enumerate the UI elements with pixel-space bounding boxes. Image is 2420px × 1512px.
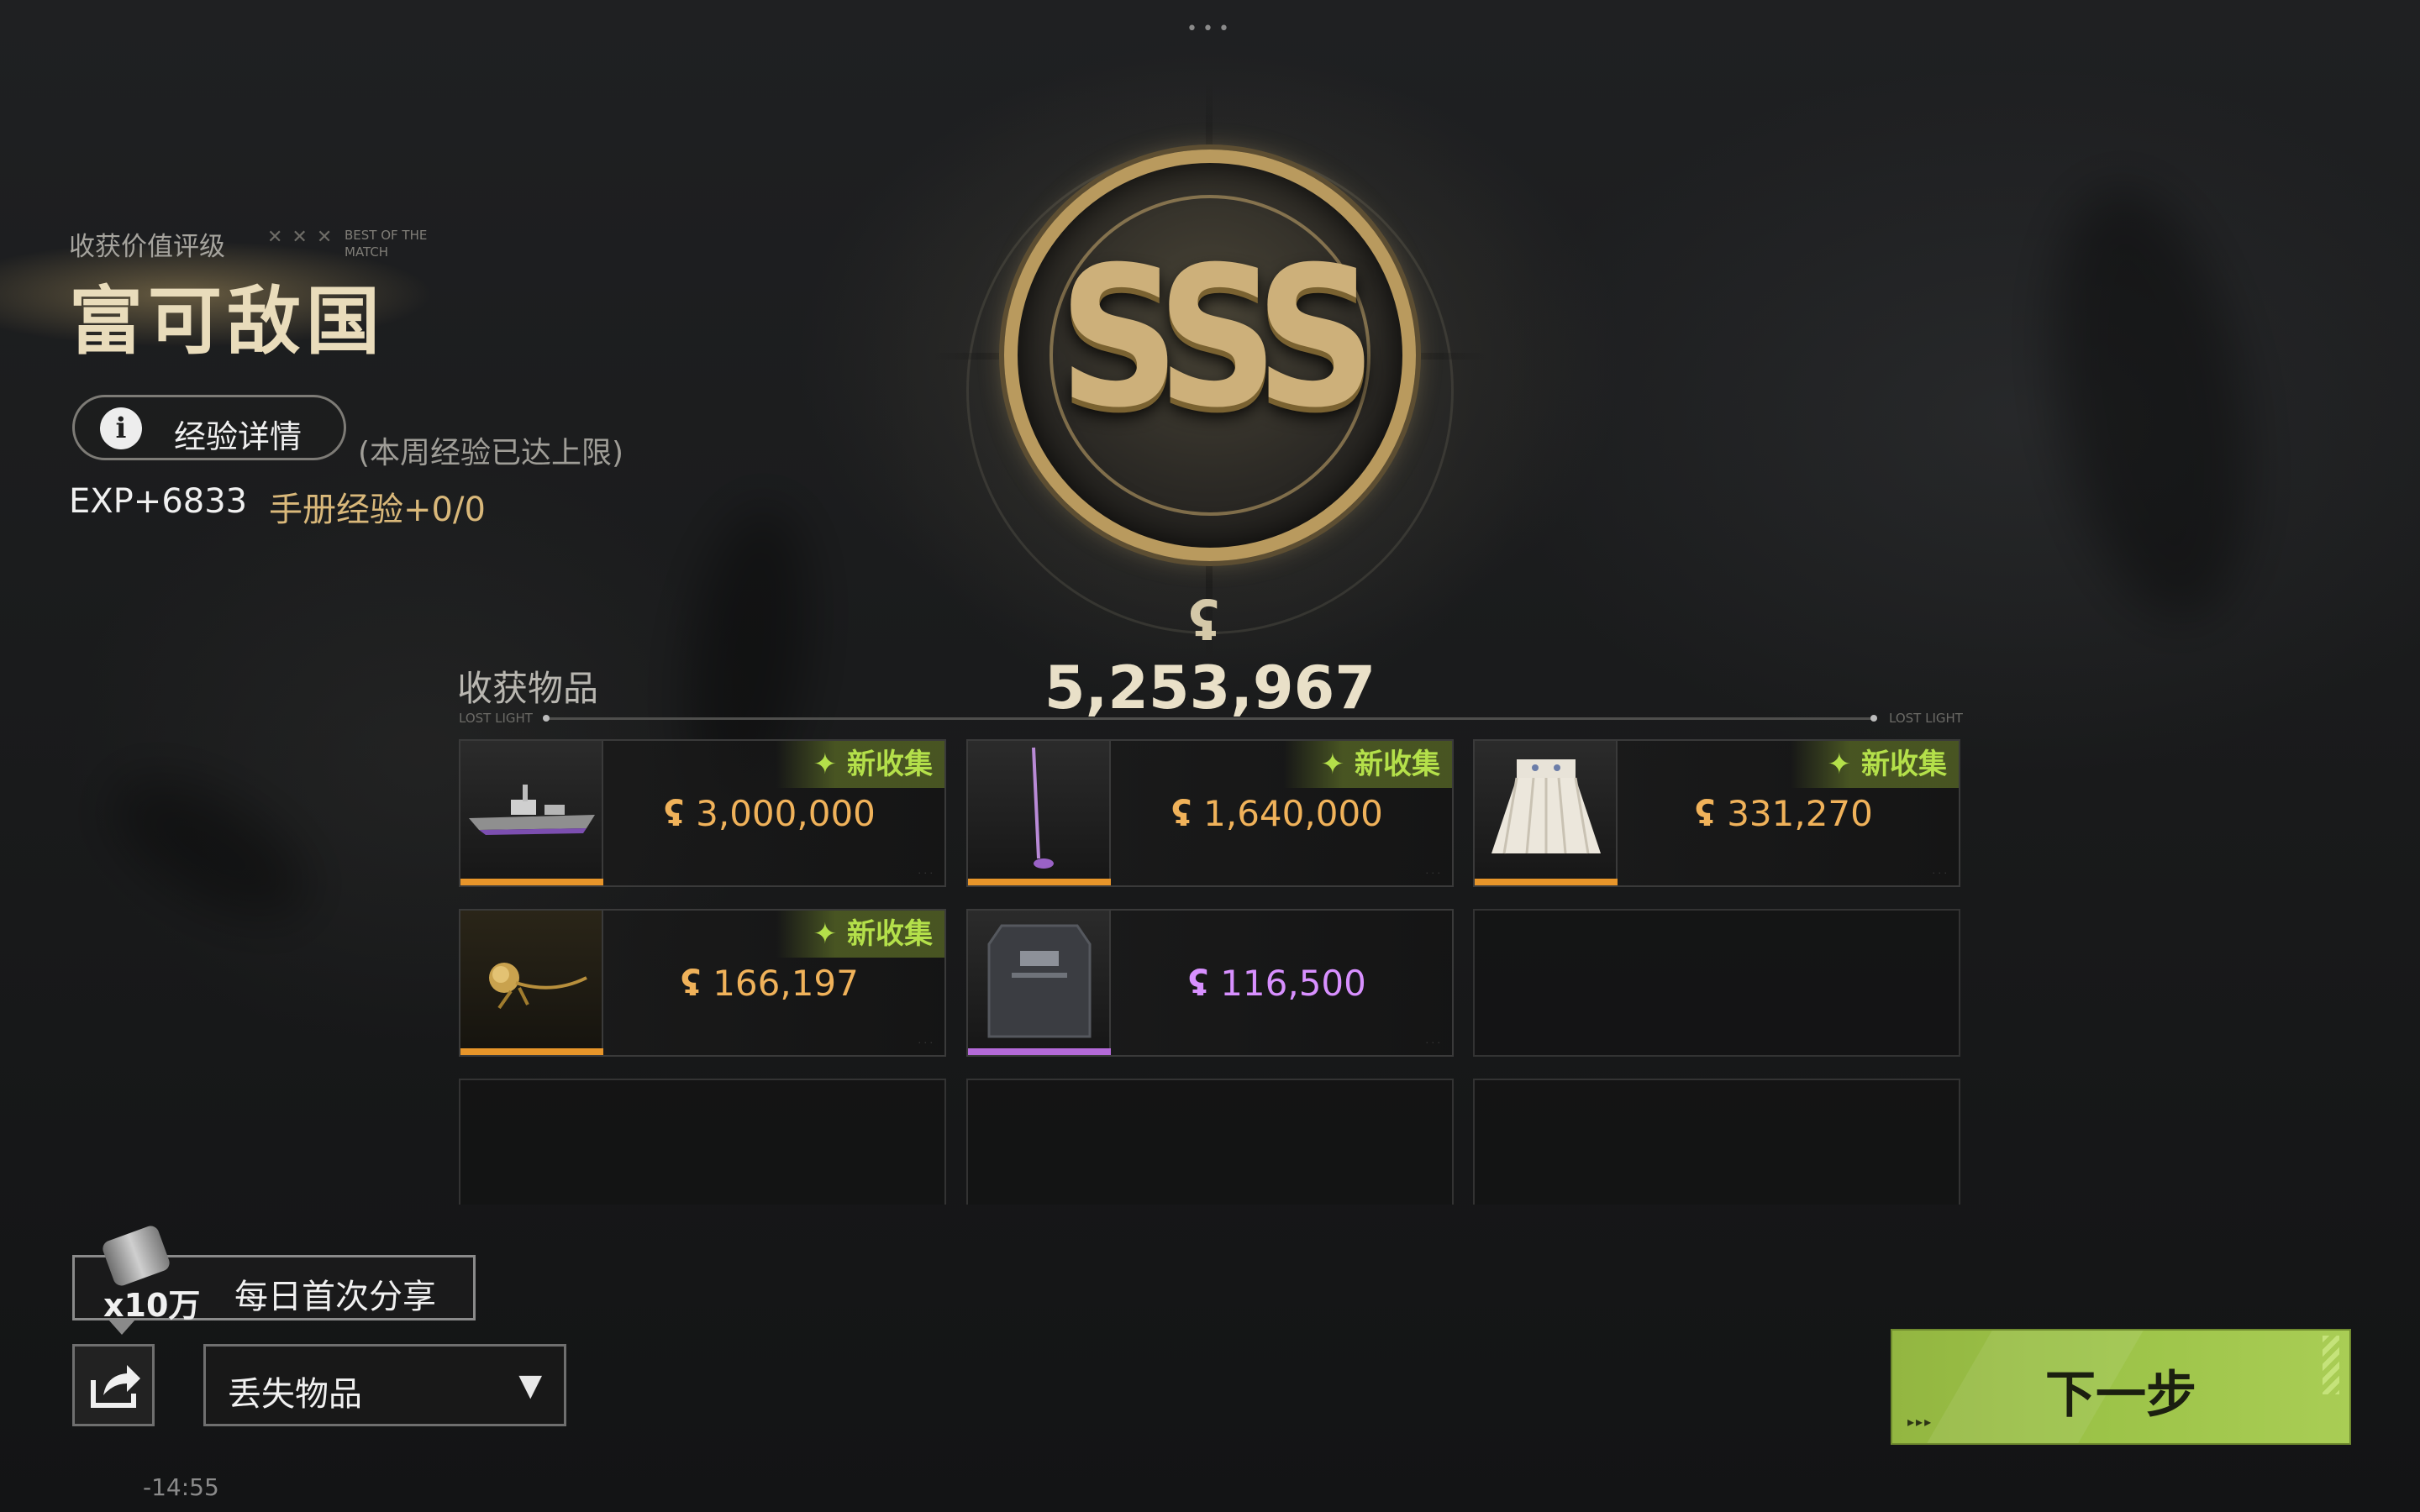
new-collection-badge: ✦ 新收集 <box>1284 741 1452 788</box>
item-price: 1,640,000 <box>1203 793 1383 834</box>
countdown-timer: -14:55 <box>143 1473 219 1501</box>
cash-roll-icon <box>100 1223 172 1289</box>
caret-down-icon: ▼ <box>518 1368 542 1403</box>
currency-icon: ʢ <box>1188 963 1209 1004</box>
next-step-label: 下一步 <box>2045 1366 2196 1425</box>
rarity-bar <box>460 879 603 885</box>
item-price-row: ʢ 331,270 <box>1626 793 1942 834</box>
tooltip-pointer <box>108 1320 135 1335</box>
total-value-row: ʢ5,253,967 <box>1025 591 1395 722</box>
pleated-skirt-icon <box>1475 741 1618 885</box>
grade-medal: SSS <box>1004 150 1416 561</box>
item-filter-dropdown[interactable]: 丢失物品 ▼ <box>203 1344 566 1426</box>
item-card[interactable]: ✦ 新收集 ʢ 1,640,000 · · · <box>966 739 1454 887</box>
item-price-row: ʢ 116,500 <box>1119 963 1435 1004</box>
exp-details-button[interactable]: i 经验详情 <box>72 395 346 460</box>
exp-value: EXP+6833 <box>69 482 248 521</box>
daily-share-reward[interactable]: x10万 每日首次分享 <box>72 1223 476 1335</box>
bg-shell-casing <box>90 750 330 947</box>
section-tag-right: LOST LIGHT <box>1889 711 1963 726</box>
item-price-row: ʢ 1,640,000 <box>1119 793 1435 834</box>
items-section-title: 收获物品 <box>457 668 599 709</box>
divider-dot <box>543 715 550 722</box>
item-micro-text: · · · <box>1932 868 1947 879</box>
item-price-row: ʢ 166,197 <box>612 963 928 1004</box>
handbook-exp: 手册经验+0/0 <box>269 491 486 529</box>
empty-item-slot <box>966 1079 1454 1205</box>
item-price: 166,197 <box>713 963 859 1004</box>
currency-icon: ʢ <box>1188 591 1220 654</box>
empty-item-slot <box>1473 909 1960 1057</box>
golden-rose-icon <box>460 911 603 1055</box>
new-collection-badge: ✦ 新收集 <box>776 911 944 958</box>
x-marks-icon: ✕ ✕ ✕ <box>267 227 334 248</box>
item-card[interactable]: ✦ 新收集 ʢ 331,270 · · · <box>1473 739 1960 887</box>
best-of-match-tag: BEST OF THE MATCH <box>345 228 428 260</box>
currency-icon: ʢ <box>1171 793 1192 834</box>
total-value: 5,253,967 <box>1044 654 1376 722</box>
triple-arrow-icon: ▸▸▸ <box>1907 1414 1933 1430</box>
item-micro-text: · · · <box>918 868 933 879</box>
share-reward-label: 每日首次分享 <box>234 1278 436 1316</box>
item-micro-text: · · · <box>918 1037 933 1048</box>
divider-dot <box>1870 715 1877 722</box>
rarity-bar <box>968 879 1111 885</box>
rating-label: 收获价值评级 <box>69 232 225 262</box>
item-card[interactable]: ✦ 新收集 ʢ 166,197 · · · <box>459 909 946 1057</box>
item-price-row: ʢ 3,000,000 <box>612 793 928 834</box>
rarity-bar <box>1475 879 1618 885</box>
warship-model-icon <box>460 741 603 885</box>
weekly-cap-note: (本周经验已达上限) <box>358 436 624 470</box>
empty-item-slot <box>1473 1079 1960 1205</box>
golf-club-icon <box>968 741 1111 885</box>
item-price: 3,000,000 <box>696 793 876 834</box>
share-icon <box>91 1365 140 1408</box>
item-micro-text: · · · <box>1425 868 1440 879</box>
section-tag-left: LOST LIGHT <box>459 711 533 726</box>
share-reward-multiplier: x10万 <box>103 1287 201 1324</box>
item-card[interactable]: ʢ 116,500 · · · <box>966 909 1454 1057</box>
currency-icon: ʢ <box>1695 793 1716 834</box>
rarity-bar <box>460 1048 603 1055</box>
section-divider <box>546 717 1874 720</box>
grade-text: SSS <box>1058 225 1376 451</box>
item-price: 331,270 <box>1727 793 1873 834</box>
item-micro-text: · · · <box>1425 1037 1440 1048</box>
empty-item-slot <box>459 1079 946 1205</box>
item-price: 116,500 <box>1220 963 1366 1004</box>
share-button[interactable] <box>72 1344 155 1426</box>
info-icon: i <box>100 407 142 449</box>
new-collection-badge: ✦ 新收集 <box>1791 741 1959 788</box>
exp-details-label: 经验详情 <box>174 418 302 455</box>
new-collection-badge: ✦ 新收集 <box>776 741 944 788</box>
bg-silhouette <box>2022 171 2281 635</box>
armor-plate-icon <box>968 911 1111 1055</box>
rarity-bar <box>968 1048 1111 1055</box>
currency-icon: ʢ <box>664 793 685 834</box>
rating-title: 富可敌国 <box>69 278 386 365</box>
next-step-button[interactable]: 下一步 ▸▸▸ <box>1892 1331 2349 1443</box>
dropdown-selected: 丢失物品 <box>228 1375 362 1414</box>
currency-icon: ʢ <box>681 963 702 1004</box>
item-card[interactable]: ✦ 新收集 ʢ 3,000,000 · · · <box>459 739 946 887</box>
